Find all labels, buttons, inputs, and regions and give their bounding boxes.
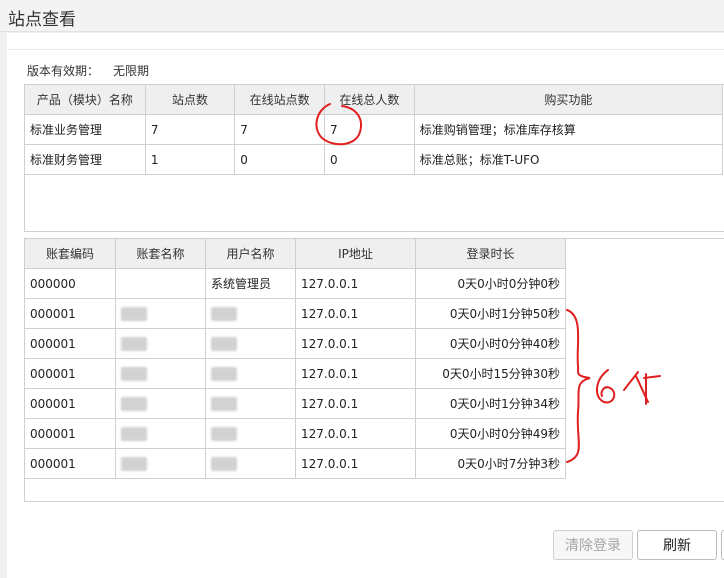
column-header[interactable]: 用户名称 xyxy=(205,239,296,269)
cell-account-code: 000001 xyxy=(25,358,116,389)
cell-login-duration: 0天0小时1分钟50秒 xyxy=(415,298,566,329)
redacted-block xyxy=(121,426,147,441)
redacted-block xyxy=(211,396,237,411)
version-value: 无限期 xyxy=(113,64,150,78)
table-row[interactable]: 标准业务管理 7 7 7 标准购销管理；标准库存核算 xyxy=(25,114,724,145)
column-header[interactable]: 登录时长 xyxy=(415,239,566,269)
cell-product-name: 标准财务管理 xyxy=(25,144,146,175)
cell-login-duration: 0天0小时0分钟40秒 xyxy=(415,328,566,359)
cell-purchased-features: 标准购销管理；标准库存核算 xyxy=(413,114,724,145)
dialog-title: 站点查看 xyxy=(8,10,76,30)
cell-ip-address: 127.0.0.1 xyxy=(295,268,416,299)
cell-account-name-redacted xyxy=(115,448,206,479)
cell-account-code: 000001 xyxy=(25,448,116,479)
cell-site-count: 1 xyxy=(144,144,236,175)
column-header[interactable]: 产品（模块）名称 xyxy=(25,85,146,115)
cell-online-sites: 0 xyxy=(234,144,326,175)
cell-account-name xyxy=(115,268,206,299)
session-table: 账套编码 账套名称 用户名称 IP地址 登录时长 000000 系统管理员 12… xyxy=(25,239,566,479)
table-row[interactable]: 000001 127.0.0.1 0天0小时0分钟49秒 xyxy=(25,418,566,449)
product-table: 产品（模块）名称 站点数 在线站点数 在线总人数 购买功能 标准业务管理 7 7… xyxy=(25,85,724,175)
column-header[interactable]: 账套名称 xyxy=(115,239,206,269)
dialog-title-bar: 站点查看 xyxy=(0,0,724,32)
cell-ip-address: 127.0.0.1 xyxy=(295,328,416,359)
cell-login-duration: 0天0小时1分钟34秒 xyxy=(415,388,566,419)
cell-user-name-redacted xyxy=(205,448,296,479)
cell-purchased-features: 标准总账；标准T-UFO xyxy=(413,144,724,175)
cell-ip-address: 127.0.0.1 xyxy=(295,358,416,389)
cell-account-name-redacted xyxy=(115,328,206,359)
cell-account-name-redacted xyxy=(115,388,206,419)
column-header[interactable]: IP地址 xyxy=(295,239,416,269)
redacted-block xyxy=(121,366,147,381)
redacted-block xyxy=(121,456,147,471)
product-table-panel[interactable]: 产品（模块）名称 站点数 在线站点数 在线总人数 购买功能 标准业务管理 7 7… xyxy=(24,84,724,232)
cell-login-duration: 0天0小时7分钟3秒 xyxy=(415,448,566,479)
version-label: 版本有效期： xyxy=(27,64,100,78)
redacted-block xyxy=(121,336,147,351)
redacted-block xyxy=(121,396,147,411)
table-row[interactable]: 000001 127.0.0.1 0天0小时15分钟30秒 xyxy=(25,358,566,389)
cell-online-users: 0 xyxy=(324,144,415,175)
cell-account-code: 000001 xyxy=(25,418,116,449)
cell-ip-address: 127.0.0.1 xyxy=(295,298,416,329)
cell-account-code: 000001 xyxy=(25,298,116,329)
table-header-row: 产品（模块）名称 站点数 在线站点数 在线总人数 购买功能 xyxy=(25,85,724,115)
cell-user-name-redacted xyxy=(205,358,296,389)
column-header[interactable]: 站点数 xyxy=(144,85,236,115)
cell-account-code: 000000 xyxy=(25,268,116,299)
cell-account-name-redacted xyxy=(115,418,206,449)
version-validity: 版本有效期： 无限期 xyxy=(27,62,149,79)
table-header-row: 账套编码 账套名称 用户名称 IP地址 登录时长 xyxy=(25,239,566,269)
redacted-block xyxy=(211,336,237,351)
column-header[interactable]: 在线站点数 xyxy=(234,85,326,115)
cell-site-count: 7 xyxy=(144,114,236,145)
redacted-block xyxy=(121,306,147,321)
cell-ip-address: 127.0.0.1 xyxy=(295,388,416,419)
table-row[interactable]: 000001 127.0.0.1 0天0小时1分钟34秒 xyxy=(25,388,566,419)
column-header[interactable]: 购买功能 xyxy=(413,85,724,115)
redacted-block xyxy=(211,366,237,381)
redacted-block xyxy=(211,426,237,441)
table-row[interactable]: 标准财务管理 1 0 0 标准总账；标准T-UFO xyxy=(25,144,724,175)
redacted-block xyxy=(211,306,237,321)
table-row[interactable]: 000000 系统管理员 127.0.0.1 0天0小时0分钟0秒 xyxy=(25,268,566,299)
cell-login-duration: 0天0小时0分钟0秒 xyxy=(415,268,566,299)
cell-user-name: 系统管理员 xyxy=(205,268,296,299)
cell-product-name: 标准业务管理 xyxy=(25,114,146,145)
cell-user-name-redacted xyxy=(205,418,296,449)
table-row[interactable]: 000001 127.0.0.1 0天0小时7分钟3秒 xyxy=(25,448,566,479)
table-row[interactable]: 000001 127.0.0.1 0天0小时0分钟40秒 xyxy=(25,328,566,359)
cell-ip-address: 127.0.0.1 xyxy=(295,418,416,449)
cell-user-name-redacted xyxy=(205,328,296,359)
cell-account-code: 000001 xyxy=(25,388,116,419)
cell-user-name-redacted xyxy=(205,298,296,329)
cell-account-name-redacted xyxy=(115,358,206,389)
cell-online-users: 7 xyxy=(324,114,415,145)
table-row[interactable]: 000001 127.0.0.1 0天0小时1分钟50秒 xyxy=(25,298,566,329)
cell-account-name-redacted xyxy=(115,298,206,329)
cell-ip-address: 127.0.0.1 xyxy=(295,448,416,479)
cell-login-duration: 0天0小时15分钟30秒 xyxy=(415,358,566,389)
redacted-block xyxy=(211,456,237,471)
session-table-panel[interactable]: 账套编码 账套名称 用户名称 IP地址 登录时长 000000 系统管理员 12… xyxy=(24,238,724,502)
clear-login-button[interactable]: 清除登录 xyxy=(553,530,633,560)
refresh-button[interactable]: 刷新 xyxy=(637,530,717,560)
cell-account-code: 000001 xyxy=(25,328,116,359)
cell-user-name-redacted xyxy=(205,388,296,419)
divider xyxy=(7,49,724,50)
column-header[interactable]: 账套编码 xyxy=(25,239,116,269)
cell-online-sites: 7 xyxy=(234,114,326,145)
column-header[interactable]: 在线总人数 xyxy=(324,85,415,115)
cell-login-duration: 0天0小时0分钟49秒 xyxy=(415,418,566,449)
